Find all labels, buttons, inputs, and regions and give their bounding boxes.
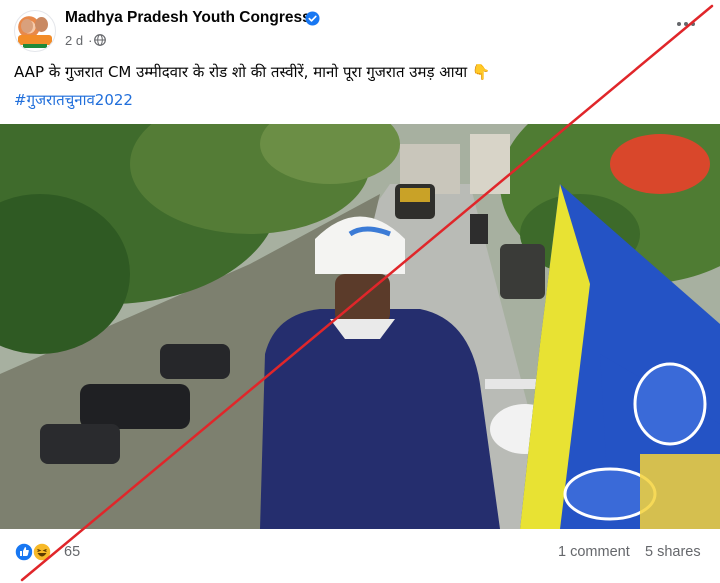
page-avatar[interactable] bbox=[14, 10, 56, 52]
reaction-icons[interactable] bbox=[14, 542, 58, 562]
video-frame-image bbox=[0, 124, 720, 529]
post-meta: 2 d · bbox=[65, 33, 93, 48]
more-options-button[interactable] bbox=[672, 14, 700, 34]
globe-icon bbox=[94, 34, 106, 46]
hashtag-link[interactable]: #गुजरातचुनाव2022 bbox=[14, 90, 133, 110]
verified-badge-icon bbox=[305, 11, 320, 26]
page-name-link[interactable]: Madhya Pradesh Youth Congress bbox=[65, 9, 311, 27]
more-dot-icon bbox=[684, 22, 688, 26]
shares-count-link[interactable]: 5 shares bbox=[645, 544, 701, 560]
facebook-post: Madhya Pradesh Youth Congress 2 d · AAP क… bbox=[0, 0, 720, 583]
more-dot-icon bbox=[677, 22, 681, 26]
like-icon bbox=[14, 542, 34, 562]
comments-count-link[interactable]: 1 comment bbox=[558, 544, 630, 560]
haha-icon bbox=[32, 542, 52, 562]
reaction-count[interactable]: 65 bbox=[64, 544, 80, 560]
post-caption: AAP के गुजरात CM उम्मीदवार के रोड शो की … bbox=[14, 63, 491, 81]
more-dot-icon bbox=[691, 22, 695, 26]
post-video[interactable] bbox=[0, 124, 720, 529]
post-timestamp[interactable]: 2 d bbox=[65, 33, 83, 48]
